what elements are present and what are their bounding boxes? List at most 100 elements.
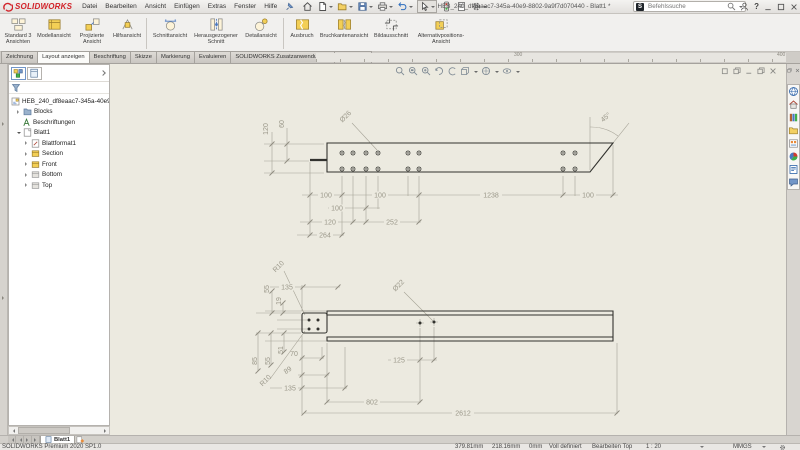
zoom-in-out-icon[interactable] [421, 66, 431, 76]
tab-beschriftung[interactable]: Beschriftung [89, 51, 131, 63]
menu-ansicht[interactable]: Ansicht [145, 3, 166, 10]
drawing-view-bottom[interactable]: R10 135 55 19 51 55 85 70 89 R10 135 Ø22… [252, 260, 620, 417]
tree-root-drawing[interactable]: HEB_240_df8eaac7-345a-40e9-8802-9a9f [9, 96, 109, 107]
dimension-label[interactable]: 264 [319, 232, 331, 239]
units-dropdown-caret[interactable] [762, 446, 766, 450]
doc-restore-icon[interactable] [757, 67, 765, 75]
dimension-label[interactable]: 51 [278, 346, 285, 354]
tree-item-beschriftungen[interactable]: Beschriftungen [9, 117, 109, 128]
design-library-icon[interactable] [788, 112, 799, 123]
alternate-position-view-button[interactable]: Alternativpositions-Ansicht [412, 16, 470, 46]
menu-datei[interactable]: Datei [82, 3, 97, 10]
panel-splitter[interactable] [0, 64, 8, 435]
dimension-label[interactable]: 252 [386, 219, 398, 226]
sheet-nav-last[interactable] [32, 436, 40, 443]
tab-zeichnung[interactable]: Zeichnung [1, 51, 38, 63]
crop-view-button[interactable]: Bildausschnitt [370, 16, 412, 40]
dimension-label[interactable]: R10 [259, 374, 273, 388]
home-button[interactable] [302, 1, 313, 12]
search-icon[interactable] [727, 2, 736, 11]
dimension-label[interactable]: 135 [284, 385, 296, 392]
solidworks-resources-icon[interactable] [788, 86, 799, 97]
zoom-to-area-icon[interactable] [408, 66, 418, 76]
unit-system[interactable]: MMGS [733, 444, 752, 450]
scroll-right-arrow[interactable] [102, 427, 109, 434]
sheet-nav-first[interactable] [8, 436, 16, 443]
dimension-label[interactable]: 19 [276, 297, 283, 305]
appearances-scenes-icon[interactable] [788, 151, 799, 162]
hide-show-items-icon[interactable] [502, 66, 512, 76]
model-view-button[interactable]: Modellansicht [34, 16, 74, 40]
tree-item-blocks[interactable]: Blocks [9, 107, 109, 118]
display-style-icon[interactable] [481, 66, 491, 76]
solidworks-forum-icon[interactable] [788, 177, 799, 188]
dimension-label[interactable]: 85 [252, 357, 259, 365]
dimension-label[interactable]: 100 [582, 192, 594, 199]
standard-3-views-button[interactable]: Standard 3 Ansichten [2, 16, 34, 46]
hide-show-caret[interactable] [516, 71, 520, 75]
dimension-label[interactable]: 55 [265, 357, 272, 365]
view-orientation-icon[interactable] [460, 66, 470, 76]
dimension-label[interactable]: 120 [263, 123, 270, 135]
section-view-button[interactable]: Schnittansicht [149, 16, 191, 40]
cascade-icon[interactable] [733, 67, 741, 75]
dimension-label[interactable]: 60 [279, 120, 286, 128]
home-tab-icon[interactable] [788, 99, 799, 110]
broken-out-section-button[interactable]: Ausbruch [286, 16, 318, 40]
scroll-left-arrow[interactable] [9, 427, 16, 434]
help-icon[interactable]: ? [754, 2, 759, 11]
print-button[interactable] [377, 1, 393, 12]
sheet-tab-blatt1[interactable]: Blatt1 [40, 436, 75, 443]
tree-item-blatt1[interactable]: Blatt1 [9, 128, 109, 139]
dimension-label[interactable]: 70 [290, 351, 298, 358]
sheet-nav-prev[interactable] [16, 436, 24, 443]
beam-outline-top[interactable] [327, 143, 613, 172]
add-sheet-button[interactable] [75, 436, 86, 443]
panel-expand-chevron[interactable] [100, 70, 106, 76]
tree-item-front-view[interactable]: Front [9, 159, 109, 170]
scale-dropdown-caret[interactable] [700, 446, 704, 450]
tree-item-bottom-view[interactable]: Bottom [9, 170, 109, 181]
tree-item-section-view[interactable]: Section [9, 149, 109, 160]
search-input[interactable] [646, 2, 725, 11]
dimension-label[interactable]: 125 [393, 357, 405, 364]
save-button[interactable] [357, 1, 373, 12]
display-style-caret[interactable] [495, 71, 499, 75]
tree-item-blattformat1[interactable]: Blattformat1 [9, 138, 109, 149]
dimension-label[interactable]: 89 [283, 366, 293, 376]
close-icon[interactable] [790, 3, 798, 11]
view-palette-icon[interactable] [788, 138, 799, 149]
detail-view-button[interactable]: Detailansicht [241, 16, 281, 40]
filter-funnel-icon[interactable] [11, 83, 21, 93]
menu-einfuegen[interactable]: Einfügen [174, 3, 200, 10]
custom-properties-icon[interactable] [788, 164, 799, 175]
file-explorer-icon[interactable] [788, 125, 799, 136]
menu-hilfe[interactable]: Hilfe [264, 3, 277, 10]
menu-extras[interactable]: Extras [208, 3, 226, 10]
tab-evaluieren[interactable]: Evaluieren [194, 51, 231, 63]
break-view-button[interactable]: Bruchkantenansicht [318, 16, 370, 40]
dimension-label[interactable]: 45° [599, 111, 612, 124]
taskpane-close-icon[interactable] [795, 67, 800, 74]
doc-close-icon[interactable] [769, 67, 777, 75]
menu-bearbeiten[interactable]: Bearbeiten [105, 3, 136, 10]
drawing-view-top[interactable]: 120 60 Ø26 45° 100 100 1238 100 100 120 … [263, 110, 629, 240]
sheet-scale[interactable]: 1 : 20 [646, 444, 661, 450]
beam-outline-side[interactable] [327, 311, 613, 341]
panel-horizontal-scrollbar[interactable] [8, 426, 110, 435]
dimension-label[interactable]: 135 [281, 284, 293, 291]
display-pane-tab[interactable] [27, 67, 42, 80]
graphics-area[interactable]: 120 60 Ø26 45° 100 100 1238 100 100 120 … [110, 64, 786, 435]
previous-view-icon[interactable] [434, 66, 444, 76]
pin-menu-icon[interactable] [285, 2, 294, 11]
removed-section-button[interactable]: Herausgezogener Schnitt [191, 16, 241, 46]
open-button[interactable] [337, 1, 353, 12]
feature-tree-tab[interactable] [11, 67, 26, 80]
redraw-icon[interactable] [447, 66, 457, 76]
user-account-icon[interactable] [740, 2, 749, 11]
tab-layout-anzeigen[interactable]: Layout anzeigen [37, 51, 90, 63]
view-orientation-caret[interactable] [474, 71, 478, 75]
doc-minimize-icon[interactable] [745, 67, 753, 75]
menu-fenster[interactable]: Fenster [234, 3, 256, 10]
zoom-to-fit-icon[interactable] [395, 66, 405, 76]
